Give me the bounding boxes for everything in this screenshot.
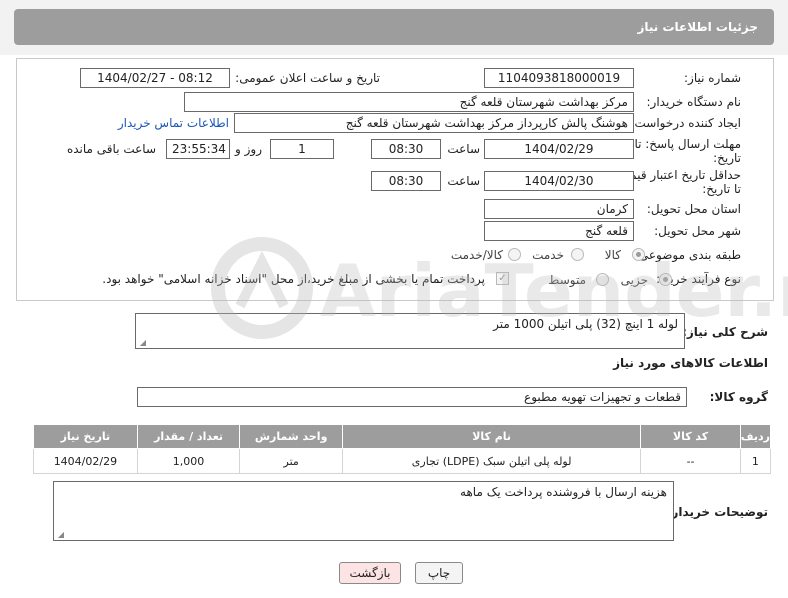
print-button[interactable]: چاپ <box>415 562 463 584</box>
goods-section-title: اطلاعات کالاهای مورد نیاز <box>613 356 768 370</box>
reply-deadline-label-2: تاریخ: <box>713 151 741 165</box>
city-field: قلعه گنج <box>484 221 634 241</box>
reply-time-label: ساعت <box>447 142 480 156</box>
treasury-payment-note: پرداخت تمام یا بخشی از مبلغ خرید،از محل … <box>102 272 485 286</box>
need-number-field: 1104093818000019 <box>484 68 634 88</box>
table-row: 1 -- لوله پلی اتیلن سبک (LDPE) تجاری متر… <box>33 448 772 474</box>
cell-row-number: 1 <box>739 448 772 474</box>
resize-grip-icon[interactable]: ◢ <box>138 339 146 347</box>
cell-goods-name: لوله پلی اتیلن سبک (LDPE) تجاری <box>341 448 642 474</box>
resize-grip-icon[interactable]: ◢ <box>56 531 64 539</box>
process-radio-minor[interactable] <box>659 273 672 286</box>
category-option-goods: کالا <box>604 248 621 262</box>
back-button[interactable]: بازگشت <box>339 562 401 584</box>
treasury-payment-checkbox[interactable]: ✓ <box>496 272 509 285</box>
category-label: طبقه بندی موضوعی: <box>634 248 741 262</box>
announce-datetime-field: 1404/02/27 - 08:12 <box>80 68 230 88</box>
cell-need-date: 1404/02/29 <box>33 448 138 474</box>
summary-label: شرح کلی نیاز: <box>682 325 768 339</box>
reply-deadline-label: مهلت ارسال پاسخ: تا <box>634 137 741 151</box>
buyer-notes-label: توضیحات خریدار: <box>666 505 768 519</box>
buyer-notes-text: هزینه ارسال با فروشنده پرداخت یک ماهه <box>460 485 667 499</box>
category-radio-goods[interactable] <box>632 248 645 261</box>
col-need-date: تاریخ نیاز <box>33 424 138 449</box>
category-option-service: خدمت <box>532 248 564 262</box>
price-validity-time-label: ساعت <box>447 174 480 188</box>
province-field: کرمان <box>484 199 634 219</box>
requester-field: هوشنگ پالش کارپرداز مرکز بهداشت شهرستان … <box>234 113 634 133</box>
remaining-days-field: 1 <box>270 139 334 159</box>
col-row-number: ردیف <box>739 424 772 449</box>
remaining-time-field: 23:55:34 <box>166 139 230 159</box>
buyer-notes-textarea[interactable]: هزینه ارسال با فروشنده پرداخت یک ماهه ◢ <box>53 481 674 541</box>
city-label: شهر محل تحویل: <box>654 224 741 238</box>
goods-table: ردیف کد کالا نام کالا واحد شمارش تعداد /… <box>33 424 772 474</box>
summary-text: لوله 1 اینچ (32) پلی اتیلن 1000 متر <box>493 317 678 331</box>
goods-group-field: قطعات و تجهیزات تهویه مطبوع <box>137 387 687 407</box>
cell-unit: متر <box>239 448 343 474</box>
days-label: روز و <box>235 142 262 156</box>
announce-datetime-label: تاریخ و ساعت اعلان عمومی: <box>235 71 380 85</box>
category-radio-service[interactable] <box>571 248 584 261</box>
buyer-org-label: نام دستگاه خریدار: <box>646 95 742 109</box>
col-goods-code: کد کالا <box>640 424 741 449</box>
cell-goods-code: -- <box>640 448 741 474</box>
price-validity-time-field: 08:30 <box>371 171 441 191</box>
need-number-label: شماره نیاز: <box>684 71 741 85</box>
col-quantity: تعداد / مقدار <box>136 424 241 449</box>
reply-time-field: 08:30 <box>371 139 441 159</box>
requester-label: ایجاد کننده درخواست: <box>630 116 741 130</box>
header-bar: جزئیات اطلاعات نیاز <box>14 9 774 45</box>
summary-textarea[interactable]: لوله 1 اینچ (32) پلی اتیلن 1000 متر ◢ <box>135 313 685 349</box>
category-radio-goods-service[interactable] <box>508 248 521 261</box>
remaining-time-label: ساعت باقی مانده <box>66 142 156 156</box>
process-option-medium: متوسط <box>548 273 586 287</box>
process-radio-medium[interactable] <box>596 273 609 286</box>
price-validity-label-2: تا تاریخ: <box>702 182 741 196</box>
category-option-goods-service: کالا/خدمت <box>450 248 503 262</box>
col-goods-name: نام کالا <box>341 424 642 449</box>
buyer-org-field: مرکز بهداشت شهرستان قلعه گنج <box>184 92 634 112</box>
page-title: جزئیات اطلاعات نیاز <box>637 20 758 34</box>
price-validity-date-field: 1404/02/30 <box>484 171 634 191</box>
goods-group-label: گروه کالا: <box>709 390 768 404</box>
process-option-minor: جزیی <box>620 273 648 287</box>
buyer-contact-link[interactable]: اطلاعات تماس خریدار <box>118 116 229 130</box>
cell-quantity: 1,000 <box>136 448 241 474</box>
province-label: استان محل تحویل: <box>646 202 741 216</box>
col-unit: واحد شمارش <box>239 424 343 449</box>
reply-date-field: 1404/02/29 <box>484 139 634 159</box>
table-header-row: ردیف کد کالا نام کالا واحد شمارش تعداد /… <box>33 424 772 449</box>
